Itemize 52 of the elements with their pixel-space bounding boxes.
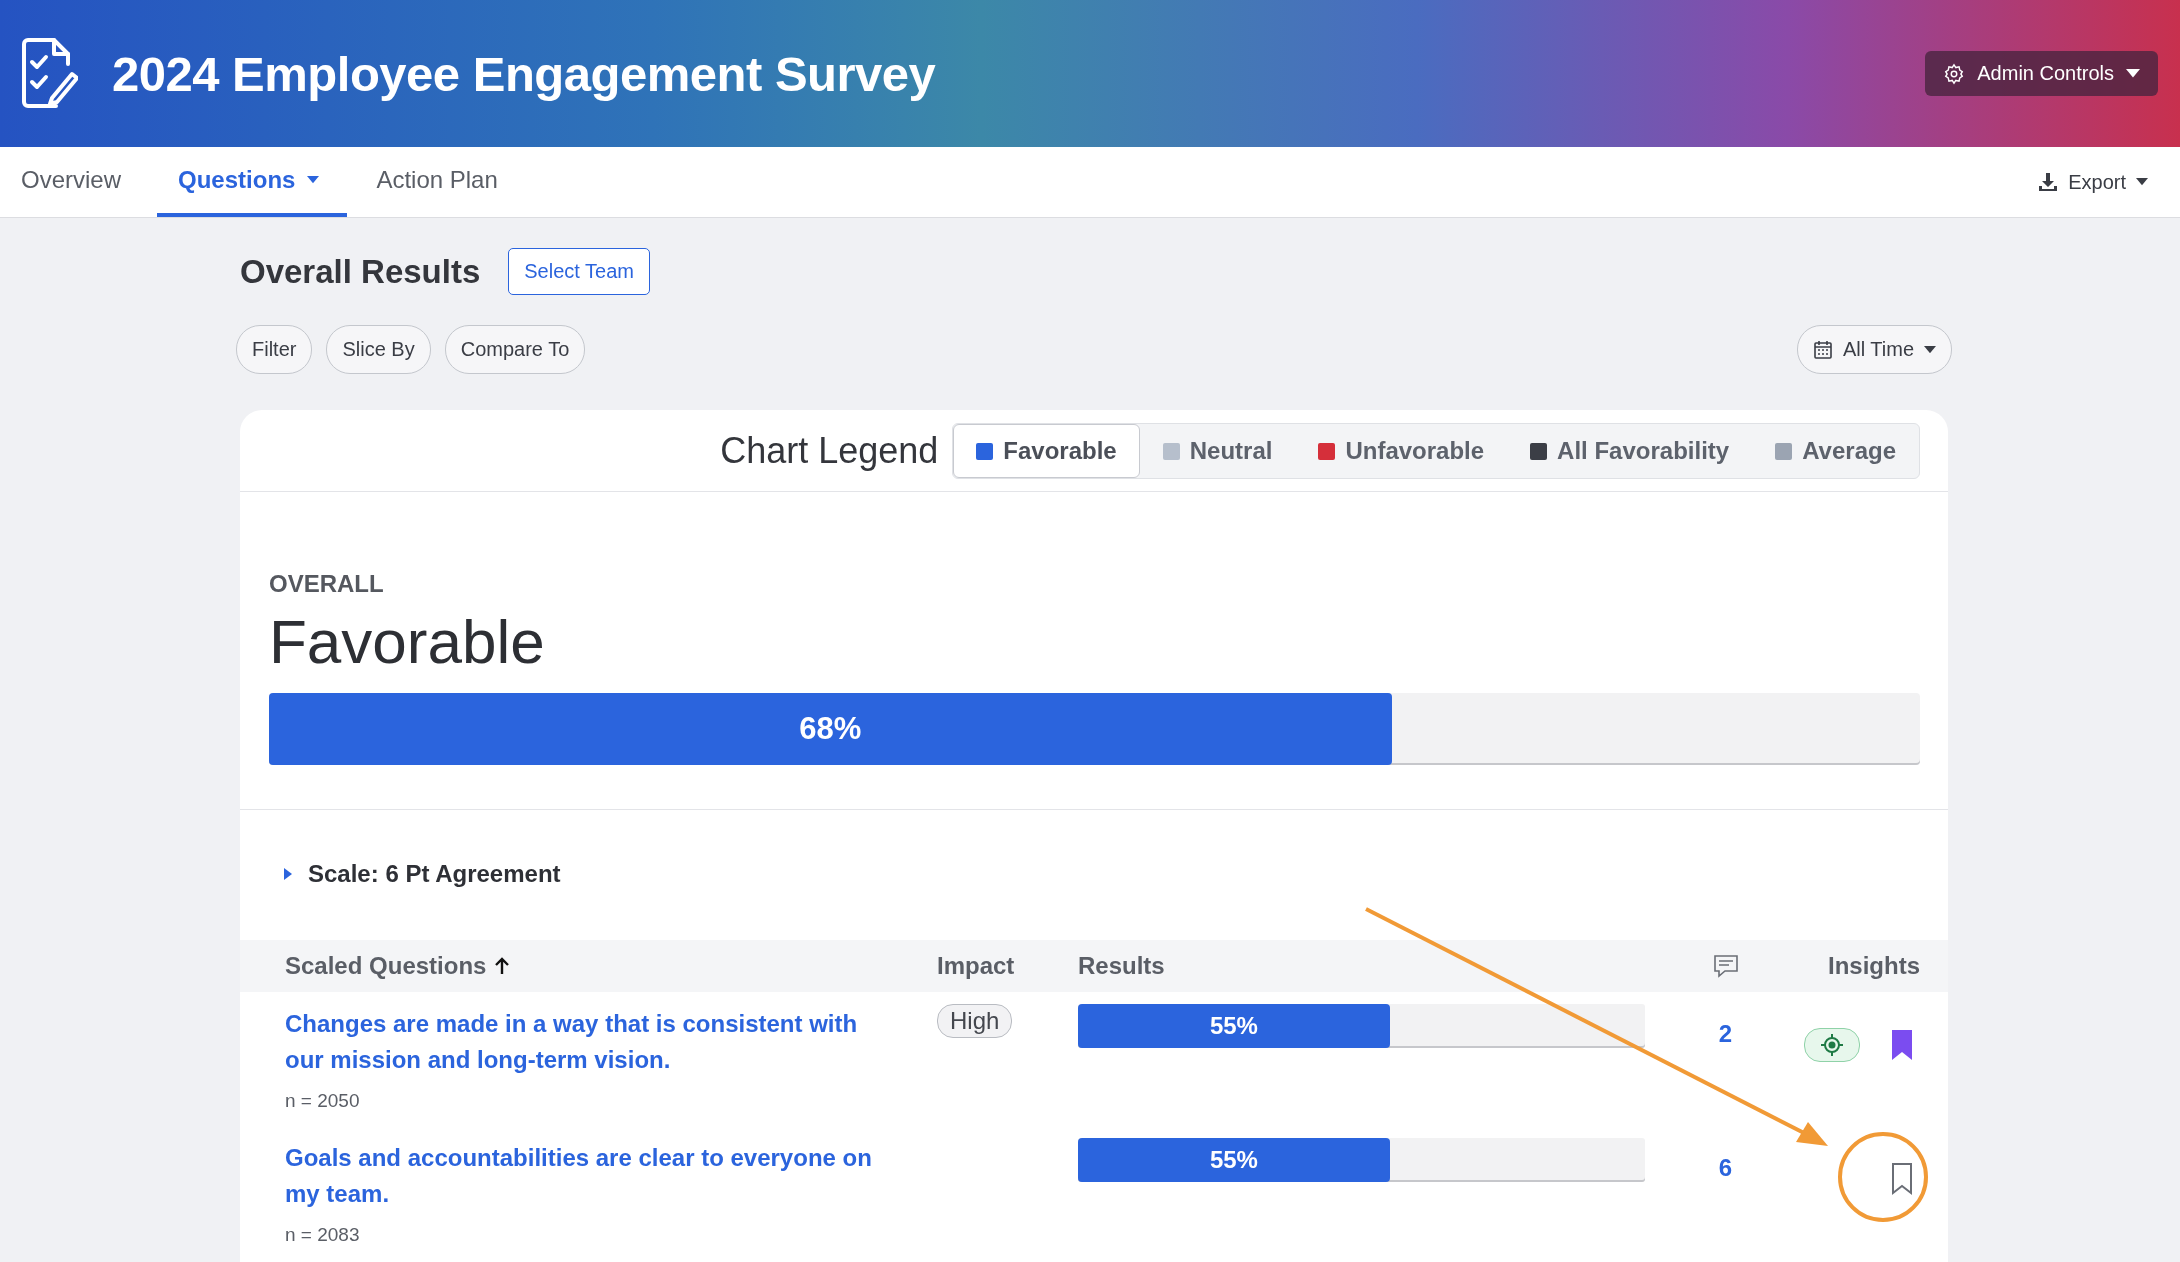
target-badge[interactable] <box>1804 1028 1860 1062</box>
result-reading: 55% <box>1209 1012 1258 1040</box>
caret-icon <box>2136 178 2148 186</box>
nav-tab[interactable]: Action Plan <box>355 147 526 217</box>
overall-label: OVERALL <box>269 570 385 598</box>
nav-tab[interactable]: Questions <box>157 147 348 217</box>
scale-toggle[interactable]: Scale: 6 Pt Agreement <box>240 810 561 940</box>
nav-tab[interactable]: Overview <box>0 147 150 217</box>
metric-title: Favorable <box>269 606 546 677</box>
comment-icon <box>1712 954 1739 978</box>
column-header: Results <box>1078 952 1166 980</box>
comment-count[interactable]: 2 <box>1718 1020 1733 1048</box>
legend-item[interactable]: Unfavorable <box>1295 424 1508 478</box>
filter-button[interactable]: Slice By <box>326 325 431 374</box>
column-header: Impact <box>937 952 1016 980</box>
column-header[interactable]: Scaled Questions <box>285 952 937 980</box>
admin-controls-button[interactable]: Admin Controls <box>1925 51 2158 96</box>
bookmark-button[interactable] <box>1890 1028 1914 1062</box>
impact-tag: High <box>937 1004 1013 1038</box>
caret-icon <box>284 868 292 880</box>
calendar-icon <box>1812 339 1833 360</box>
question-link[interactable]: Goals and accountabilities are clear to everyone on my team. <box>285 1140 885 1212</box>
survey-title: 2024 Employee Engagement Survey <box>112 45 937 102</box>
select-team-button[interactable]: Select Team <box>508 248 650 295</box>
settings-icon <box>1943 62 1966 85</box>
sort-arrow-icon <box>494 957 511 975</box>
date-filter-button[interactable]: All Time <box>1796 325 1952 374</box>
legend-item[interactable]: All Favorability <box>1507 424 1753 478</box>
question-link[interactable]: Changes are made in a way that is consistent with our mission and long-term vision. <box>285 1006 885 1078</box>
bookmark-icon <box>1890 1162 1914 1196</box>
legend-title: Chart Legend <box>720 430 939 472</box>
filter-button[interactable]: Compare To <box>444 325 586 374</box>
caret-icon <box>307 176 320 184</box>
caret-icon <box>2126 69 2140 78</box>
bookmark-icon <box>1890 1028 1914 1062</box>
result-reading: 55% <box>1209 1146 1258 1174</box>
page-title: Overall Results <box>240 252 481 291</box>
comment-count[interactable]: 6 <box>1718 1154 1733 1182</box>
export-button[interactable]: Export <box>2032 147 2154 217</box>
legend-item[interactable]: Neutral <box>1139 424 1296 478</box>
legend-item[interactable]: Favorable <box>953 424 1140 478</box>
filter-button[interactable]: Filter <box>236 325 313 374</box>
progress-reading: 68% <box>799 711 862 747</box>
download-icon <box>2038 172 2059 192</box>
column-header: Insights <box>1827 952 1920 980</box>
legend-item[interactable]: Average <box>1752 424 1919 478</box>
survey-document-icon <box>22 37 78 110</box>
target-icon <box>1820 1033 1844 1057</box>
caret-icon <box>1924 345 1936 354</box>
response-count: n = 2083 <box>285 1224 361 1246</box>
bookmark-button[interactable] <box>1890 1162 1914 1196</box>
response-count: n = 2050 <box>285 1090 361 1112</box>
